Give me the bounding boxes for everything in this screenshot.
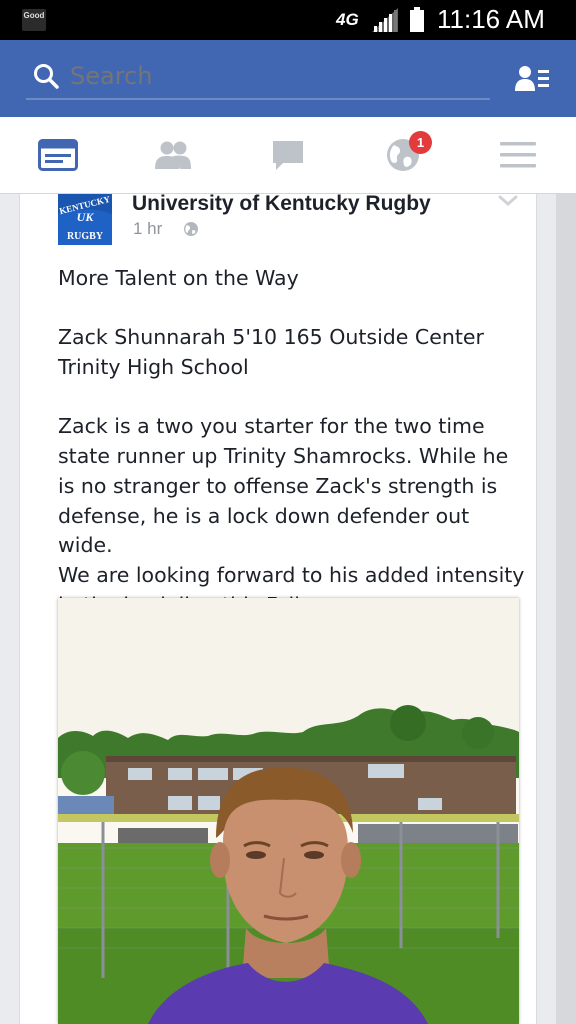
search-input[interactable]: [70, 60, 470, 92]
good-app-icon: Good: [22, 9, 46, 31]
post-author-name[interactable]: University of Kentucky Rugby: [132, 192, 431, 216]
tab-bar: [0, 117, 576, 194]
tab-menu[interactable]: [478, 117, 558, 193]
battery-icon: [410, 7, 424, 32]
post-line: state runner up Trinity Shamrocks. While…: [58, 444, 509, 469]
friends-icon: [155, 141, 191, 169]
tab-friend-requests[interactable]: [133, 117, 213, 193]
clock: 11:16 AM: [437, 4, 545, 34]
post-photo[interactable]: [58, 598, 519, 1024]
news-feed-icon: [38, 139, 78, 171]
hamburger-menu-icon: [500, 142, 536, 168]
notifications-badge: 1: [409, 131, 432, 154]
post-line: defense, he is a lock down defender out …: [58, 503, 470, 558]
tab-messages[interactable]: [248, 117, 328, 193]
avatar-text-mid: UK: [77, 210, 95, 224]
status-bar: Good 4G 11:16 AM: [0, 0, 576, 40]
post-line: Zack is a two you starter for the two ti…: [58, 414, 485, 439]
chat-bubble-icon: [273, 141, 303, 170]
network-type: 4G: [336, 10, 359, 29]
signal-icon: [372, 8, 398, 32]
search-icon: [34, 64, 59, 89]
post-line: More Talent on the Way: [58, 266, 299, 290]
post-line: is no stranger to offense Zack's strengt…: [58, 473, 498, 498]
post-body: More Talent on the Way Zack Shunnarah 5'…: [58, 264, 528, 620]
avatar[interactable]: KENTUCKY UK RUGBY: [58, 194, 112, 245]
post-timestamp[interactable]: 1 hr: [133, 219, 162, 239]
next-card-edge: [556, 194, 576, 1024]
contacts-icon[interactable]: [514, 64, 550, 94]
post-line: Trinity High School: [58, 355, 249, 380]
post-options-chevron-icon[interactable]: [498, 194, 518, 208]
post-line: We are looking forward to his added inte…: [58, 563, 525, 587]
search-underline: [26, 98, 490, 100]
tab-news-feed[interactable]: [18, 117, 98, 193]
post-line: Zack Shunnarah 5'10 165 Outside Center: [58, 325, 484, 350]
public-globe-icon: [184, 222, 198, 236]
tab-notifications[interactable]: [363, 117, 443, 193]
avatar-text-bottom: RUGBY: [67, 231, 104, 242]
